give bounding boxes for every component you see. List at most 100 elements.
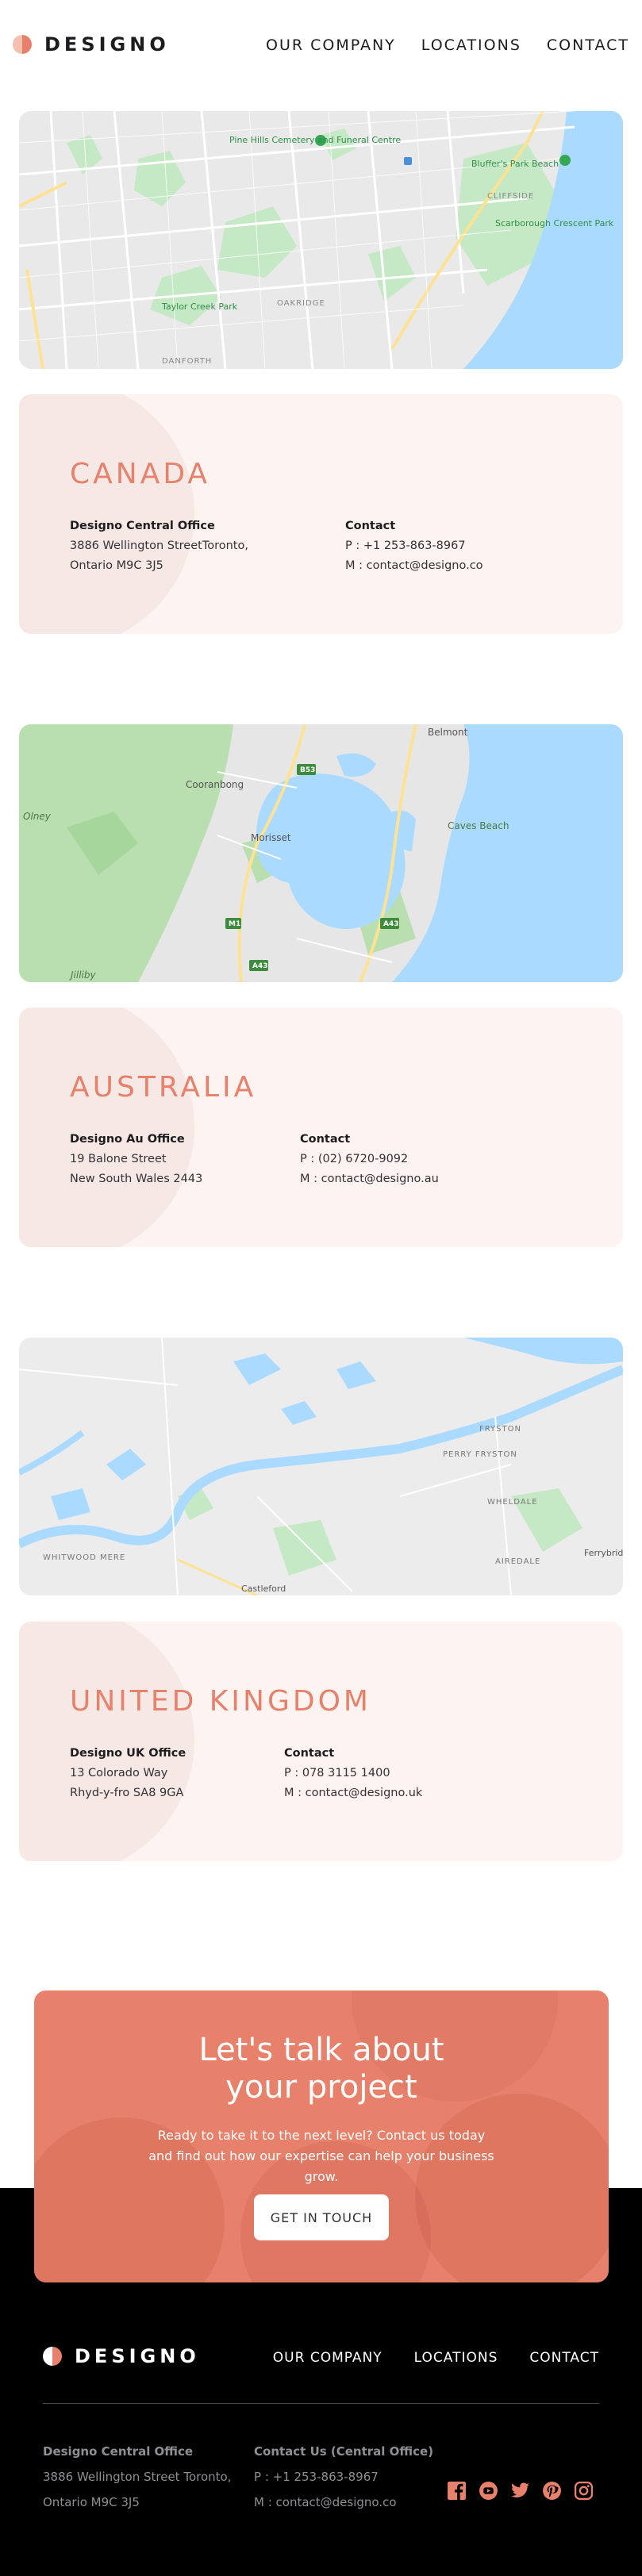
office-address: Designo Au Office 19 Balone Street New S… [70, 1130, 202, 1189]
get-in-touch-button[interactable]: GET IN TOUCH [254, 2194, 389, 2240]
office-address: Designo Central Office 3886 Wellington S… [70, 516, 248, 576]
youtube-icon[interactable] [479, 2481, 498, 2501]
office-contact: Contact P : (02) 6720-9092 M : contact@d… [300, 1130, 439, 1189]
email[interactable]: M : contact@designo.uk [284, 1783, 422, 1803]
svg-text:Jilliby: Jilliby [69, 969, 96, 981]
footer-logo[interactable]: DESIGNO [43, 2345, 200, 2367]
svg-text:AIREDALE: AIREDALE [495, 1557, 540, 1566]
office-title: Designo UK Office [70, 1747, 186, 1760]
decorative-circle [415, 2094, 609, 2282]
footer-nav-locations[interactable]: LOCATIONS [414, 2350, 498, 2366]
logo-circle-icon [13, 35, 32, 54]
svg-text:A43: A43 [383, 920, 399, 928]
svg-text:Taylor Creek Park: Taylor Creek Park [161, 301, 238, 312]
location-card-united-kingdom: UNITED KINGDOM Designo UK Office 13 Colo… [19, 1622, 623, 1861]
footer-contact-title: Contact Us (Central Office) [254, 2444, 434, 2459]
location-country: UNITED KINGDOM [70, 1685, 371, 1718]
facebook-icon[interactable] [447, 2481, 467, 2501]
contact-title: Contact [345, 520, 396, 532]
svg-text:Scarborough Crescent Park: Scarborough Crescent Park [495, 218, 614, 228]
office-title: Designo Central Office [70, 520, 215, 532]
footer-contact: Contact Us (Central Office) P : +1 253-8… [254, 2439, 433, 2515]
footer-email[interactable]: M : contact@designo.co [254, 2490, 433, 2515]
logo-text: DESIGNO [44, 33, 170, 56]
office-address: Designo UK Office 13 Colorado Way Rhyd-y… [70, 1744, 186, 1803]
logo[interactable]: DESIGNO [13, 33, 170, 56]
phone[interactable]: P : (02) 6720-9092 [300, 1150, 439, 1169]
footer-divider [43, 2403, 599, 2404]
address-line-2: New South Wales 2443 [70, 1173, 203, 1185]
footer-nav-contact[interactable]: CONTACT [529, 2350, 599, 2366]
map-uk-image: FRYSTON PERRY FRYSTON WHELDALE AIREDALE … [19, 1338, 623, 1595]
svg-text:Caves Beach: Caves Beach [448, 820, 509, 831]
svg-text:M1: M1 [229, 920, 240, 928]
contact-title: Contact [284, 1747, 335, 1760]
location-card-australia: AUSTRALIA Designo Au Office 19 Balone St… [19, 1008, 623, 1247]
address-line-1: 3886 Wellington StreetToronto, [70, 539, 248, 552]
map-canada-image: Pine Hills Cemetery and Funeral Centre B… [19, 111, 623, 369]
nav-our-company[interactable]: OUR COMPANY [266, 36, 396, 54]
main-nav: OUR COMPANY LOCATIONS CONTACT [266, 36, 629, 54]
location-country: AUSTRALIA [70, 1071, 257, 1104]
cta-title-line-1: Let's talk about [198, 2032, 444, 2068]
footer-address-line-2: Ontario M9C 3J5 [43, 2495, 140, 2509]
address-line-1: 19 Balone Street [70, 1153, 167, 1165]
map-australia-image: B53 M1 A43 A43 Belmont Cooranbong Moriss… [19, 724, 623, 982]
instagram-icon[interactable] [574, 2481, 594, 2501]
footer-phone[interactable]: P : +1 253-863-8967 [254, 2464, 433, 2490]
decorative-circle [19, 1622, 194, 1861]
email[interactable]: M : contact@designo.co [345, 556, 483, 576]
svg-text:Olney: Olney [23, 811, 52, 822]
decorative-circle [19, 1008, 194, 1247]
svg-text:B53: B53 [300, 766, 315, 774]
footer-nav: OUR COMPANY LOCATIONS CONTACT [273, 2350, 599, 2366]
map-australia[interactable]: B53 M1 A43 A43 Belmont Cooranbong Moriss… [19, 724, 623, 982]
address-line-2: Rhyd-y-fro SA8 9GA [70, 1787, 184, 1799]
logo-circle-icon [43, 2347, 62, 2366]
office-title: Designo Au Office [70, 1133, 185, 1146]
address-line-2: Ontario M9C 3J5 [70, 559, 163, 572]
svg-text:WHITWOOD MERE: WHITWOOD MERE [43, 1553, 125, 1562]
map-canada[interactable]: Pine Hills Cemetery and Funeral Centre B… [19, 111, 623, 369]
svg-text:A43: A43 [252, 962, 268, 970]
cta-body: Ready to take it to the next level? Cont… [148, 2128, 494, 2184]
svg-text:Bluffer's Park Beach: Bluffer's Park Beach [471, 159, 559, 169]
twitter-icon[interactable] [510, 2481, 530, 2501]
phone[interactable]: P : +1 253-863-8967 [345, 536, 483, 556]
map-united-kingdom[interactable]: FRYSTON PERRY FRYSTON WHELDALE AIREDALE … [19, 1338, 623, 1595]
footer-office: Designo Central Office 3886 Wellington S… [43, 2439, 231, 2515]
footer-address-line-1: 3886 Wellington Street Toronto, [43, 2470, 232, 2484]
pinterest-icon[interactable] [542, 2481, 562, 2501]
email[interactable]: M : contact@designo.au [300, 1169, 439, 1189]
svg-text:CLIFFSIDE: CLIFFSIDE [487, 192, 534, 201]
footer-logo-text: DESIGNO [75, 2345, 200, 2367]
svg-text:DANFORTH: DANFORTH [162, 357, 212, 366]
svg-text:Castleford: Castleford [241, 1584, 286, 1594]
svg-text:OAKRIDGE: OAKRIDGE [277, 299, 325, 308]
cta-title: Let's talk about your project [34, 2032, 609, 2106]
contact-title: Contact [300, 1133, 351, 1146]
location-card-canada: CANADA Designo Central Office 3886 Welli… [19, 394, 623, 634]
svg-text:Belmont: Belmont [428, 727, 468, 738]
svg-text:FRYSTON: FRYSTON [479, 1425, 521, 1434]
svg-text:PERRY FRYSTON: PERRY FRYSTON [443, 1450, 517, 1459]
address-line-1: 13 Colorado Way [70, 1767, 168, 1779]
nav-contact[interactable]: CONTACT [547, 36, 629, 54]
office-contact: Contact P : +1 253-863-8967 M : contact@… [345, 516, 483, 576]
footer-office-title: Designo Central Office [43, 2444, 194, 2459]
svg-text:Cooranbong: Cooranbong [186, 779, 244, 790]
svg-text:WHELDALE: WHELDALE [487, 1498, 538, 1507]
nav-locations[interactable]: LOCATIONS [421, 36, 521, 54]
social-links [447, 2481, 594, 2501]
decorative-circle [19, 394, 194, 634]
location-country: CANADA [70, 458, 211, 490]
svg-text:Ferrybridge: Ferrybridge [584, 1548, 623, 1558]
site-header: DESIGNO OUR COMPANY LOCATIONS CONTACT [0, 0, 642, 95]
office-contact: Contact P : 078 3115 1400 M : contact@de… [284, 1744, 422, 1803]
phone[interactable]: P : 078 3115 1400 [284, 1764, 422, 1783]
cta-banner: Let's talk about your project Ready to t… [34, 1991, 609, 2282]
svg-text:Pine Hills Cemetery and Funera: Pine Hills Cemetery and Funeral Centre [229, 135, 401, 145]
footer-nav-our-company[interactable]: OUR COMPANY [273, 2350, 383, 2366]
cta-title-line-2: your project [225, 2069, 417, 2106]
svg-text:Morisset: Morisset [251, 832, 291, 843]
